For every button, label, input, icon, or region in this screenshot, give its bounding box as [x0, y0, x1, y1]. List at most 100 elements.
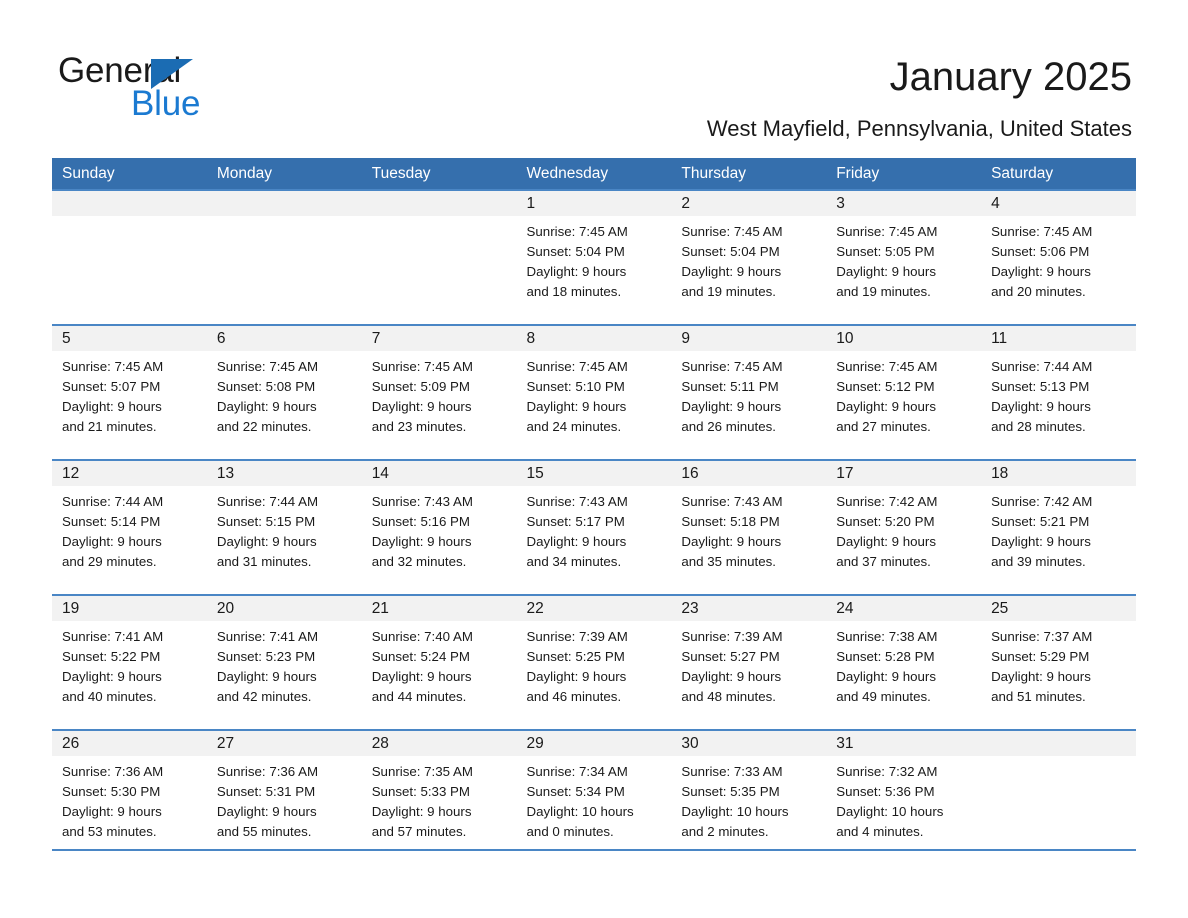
sunset-text: Sunset: 5:05 PM [836, 244, 935, 259]
calendar-day-cell[interactable]: 10 Sunrise: 7:45 AM Sunset: 5:12 PM Dayligh… [826, 324, 982, 460]
daylight-text-line2: and 18 minutes. [526, 284, 622, 299]
daylight-text-line2: and 57 minutes. [371, 824, 467, 839]
daylight-text-line2: and 27 minutes. [836, 419, 931, 434]
day-cell-inner: 14 Sunrise: 7:43 AM Sunset: 5:16 PM Dayligh… [361, 461, 517, 594]
daylight-text-line1: Daylight: 9 hours [216, 669, 317, 684]
day-cell-details: Sunrise: 7:45 AM Sunset: 5:07 PM Daylight:… [52, 351, 207, 437]
calendar-day-cell[interactable]: 11 Sunrise: 7:44 AM Sunset: 5:13 PM Dayligh… [981, 324, 1136, 460]
daylight-text-line2: and 51 minutes. [991, 689, 1086, 704]
calendar-day-cell[interactable]: 26 Sunrise: 7:36 AM Sunset: 5:30 PM Dayligh… [52, 729, 207, 851]
calendar-day-cell[interactable]: 29 Sunrise: 7:34 AM Sunset: 5:34 PM Dayligh… [516, 729, 672, 851]
calendar-day-cell[interactable]: 28 Sunrise: 7:35 AM Sunset: 5:33 PM Dayligh… [361, 729, 517, 851]
day-cell-inner: 12 Sunrise: 7:44 AM Sunset: 5:14 PM Dayligh… [52, 461, 207, 594]
calendar-day-cell[interactable]: 20 Sunrise: 7:41 AM Sunset: 5:23 PM Dayligh… [206, 594, 362, 730]
day-cell-details: Sunrise: 7:38 AM Sunset: 5:28 PM Daylight:… [826, 621, 981, 707]
day-cell-inner: 13 Sunrise: 7:44 AM Sunset: 5:15 PM Dayligh… [206, 461, 362, 594]
sunset-text: Sunset: 5:17 PM [526, 514, 625, 529]
calendar-day-cell[interactable]: 9 Sunrise: 7:45 AM Sunset: 5:11 PM Daylight… [671, 324, 827, 460]
calendar-day-cell[interactable]: 22 Sunrise: 7:39 AM Sunset: 5:25 PM Dayligh… [516, 594, 672, 730]
day-cell-inner [981, 731, 1136, 849]
calendar-week-row: 12 Sunrise: 7:44 AM Sunset: 5:14 PM Dayligh… [52, 459, 1136, 595]
sunrise-text: Sunrise: 7:45 AM [681, 224, 783, 239]
day-number-band: 12 [52, 461, 207, 486]
calendar-day-cell[interactable]: 15 Sunrise: 7:43 AM Sunset: 5:17 PM Dayligh… [516, 459, 672, 595]
calendar-day-cell[interactable]: 17 Sunrise: 7:42 AM Sunset: 5:20 PM Dayligh… [826, 459, 982, 595]
calendar-day-cell[interactable]: 30 Sunrise: 7:33 AM Sunset: 5:35 PM Dayligh… [671, 729, 827, 851]
day-number: 3 [836, 195, 845, 212]
weekday-header-sunday: Sunday [52, 158, 207, 190]
day-cell-inner: 19 Sunrise: 7:41 AM Sunset: 5:22 PM Dayligh… [52, 596, 207, 729]
calendar-day-cell[interactable]: 13 Sunrise: 7:44 AM Sunset: 5:15 PM Dayligh… [206, 459, 362, 595]
day-cell-details: Sunrise: 7:39 AM Sunset: 5:25 PM Daylight:… [517, 621, 672, 707]
daylight-text-line2: and 19 minutes. [681, 284, 776, 299]
day-number: 16 [681, 465, 699, 482]
day-number: 9 [681, 330, 690, 347]
day-cell-details: Sunrise: 7:34 AM Sunset: 5:34 PM Daylight:… [517, 756, 672, 842]
day-number-band: 25 [981, 596, 1136, 621]
calendar-day-cell[interactable]: 3 Sunrise: 7:45 AM Sunset: 5:05 PM Daylight… [826, 189, 982, 325]
day-number-band: 20 [206, 596, 362, 621]
day-cell-details: Sunrise: 7:36 AM Sunset: 5:30 PM Daylight:… [52, 756, 207, 842]
calendar-day-cell[interactable]: 14 Sunrise: 7:43 AM Sunset: 5:16 PM Dayligh… [361, 459, 517, 595]
calendar-day-cell[interactable]: 18 Sunrise: 7:42 AM Sunset: 5:21 PM Dayligh… [981, 459, 1136, 595]
calendar-day-cell[interactable]: 2 Sunrise: 7:45 AM Sunset: 5:04 PM Daylight… [671, 189, 827, 325]
calendar-table: Sunday Monday Tuesday Wednesday Thursday… [52, 158, 1136, 851]
sunrise-text: Sunrise: 7:36 AM [62, 764, 164, 779]
day-cell-inner: 5 Sunrise: 7:45 AM Sunset: 5:07 PM Daylight… [52, 326, 207, 459]
day-cell-inner: 1 Sunrise: 7:45 AM Sunset: 5:04 PM Daylight… [516, 191, 672, 324]
calendar-day-cell[interactable]: 31 Sunrise: 7:32 AM Sunset: 5:36 PM Dayligh… [826, 729, 982, 851]
day-cell-details: Sunrise: 7:36 AM Sunset: 5:31 PM Daylight:… [207, 756, 362, 842]
day-cell-inner: 9 Sunrise: 7:45 AM Sunset: 5:11 PM Daylight… [671, 326, 827, 459]
calendar-day-cell[interactable]: 16 Sunrise: 7:43 AM Sunset: 5:18 PM Dayligh… [671, 459, 827, 595]
day-cell-inner [206, 191, 362, 324]
sunset-text: Sunset: 5:36 PM [836, 784, 935, 799]
day-number: 6 [216, 330, 226, 347]
calendar-day-cell[interactable]: 8 Sunrise: 7:45 AM Sunset: 5:10 PM Daylight… [516, 324, 672, 460]
daylight-text-line1: Daylight: 10 hours [526, 804, 634, 819]
day-number: 15 [526, 465, 544, 482]
calendar-day-cell[interactable]: 23 Sunrise: 7:39 AM Sunset: 5:27 PM Dayligh… [671, 594, 827, 730]
day-number: 12 [62, 465, 80, 482]
sunrise-text: Sunrise: 7:37 AM [991, 629, 1093, 644]
day-number-band: 27 [206, 731, 362, 756]
calendar-day-cell[interactable]: 6 Sunrise: 7:45 AM Sunset: 5:08 PM Daylight… [206, 324, 362, 460]
day-number-band: 30 [671, 731, 827, 756]
daylight-text-line1: Daylight: 9 hours [371, 399, 472, 414]
sunset-text: Sunset: 5:13 PM [991, 379, 1090, 394]
calendar-day-cell[interactable]: 7 Sunrise: 7:45 AM Sunset: 5:09 PM Daylight… [361, 324, 517, 460]
day-number: 8 [526, 330, 536, 347]
daylight-text-line2: and 48 minutes. [681, 689, 776, 704]
calendar-day-cell[interactable]: 19 Sunrise: 7:41 AM Sunset: 5:22 PM Dayligh… [52, 594, 207, 730]
daylight-text-line2: and 20 minutes. [991, 284, 1086, 299]
day-number: 5 [62, 330, 71, 347]
sunset-text: Sunset: 5:15 PM [216, 514, 316, 529]
day-number: 10 [836, 330, 854, 347]
logo-text-blue: Blue [131, 84, 201, 123]
sunrise-text: Sunrise: 7:45 AM [371, 359, 473, 374]
calendar-day-cell[interactable]: 4 Sunrise: 7:45 AM Sunset: 5:06 PM Daylight… [981, 189, 1136, 325]
day-cell-details: Sunrise: 7:44 AM Sunset: 5:15 PM Daylight:… [207, 486, 362, 572]
sunset-text: Sunset: 5:27 PM [681, 649, 780, 664]
weekday-header-friday: Friday [826, 158, 982, 190]
sunset-text: Sunset: 5:08 PM [216, 379, 316, 394]
day-number: 27 [216, 735, 235, 752]
day-cell-details: Sunrise: 7:45 AM Sunset: 5:10 PM Daylight:… [517, 351, 672, 437]
calendar-day-cell[interactable]: 1 Sunrise: 7:45 AM Sunset: 5:04 PM Daylight… [516, 189, 672, 325]
day-number: 1 [526, 195, 536, 212]
page-subtitle: West Mayfield, Pennsylvania, United Stat… [706, 116, 1132, 141]
calendar-day-cell[interactable]: 24 Sunrise: 7:38 AM Sunset: 5:28 PM Dayligh… [826, 594, 982, 730]
sunset-text: Sunset: 5:31 PM [216, 784, 316, 799]
sunset-text: Sunset: 5:04 PM [526, 244, 625, 259]
day-number-band: 6 [206, 326, 362, 351]
daylight-text-line1: Daylight: 9 hours [991, 264, 1091, 279]
general-blue-logo[interactable]: General Blue [58, 52, 278, 124]
calendar-day-cell[interactable]: 27 Sunrise: 7:36 AM Sunset: 5:31 PM Dayligh… [206, 729, 362, 851]
daylight-text-line1: Daylight: 9 hours [991, 534, 1091, 549]
calendar-day-cell[interactable]: 5 Sunrise: 7:45 AM Sunset: 5:07 PM Daylight… [52, 324, 207, 460]
calendar-day-cell[interactable]: 12 Sunrise: 7:44 AM Sunset: 5:14 PM Dayligh… [52, 459, 207, 595]
day-cell-inner: 30 Sunrise: 7:33 AM Sunset: 5:35 PM Dayligh… [671, 731, 827, 849]
day-number: 17 [836, 465, 854, 482]
calendar-day-cell[interactable]: 25 Sunrise: 7:37 AM Sunset: 5:29 PM Dayligh… [981, 594, 1136, 730]
calendar-day-cell[interactable]: 21 Sunrise: 7:40 AM Sunset: 5:24 PM Dayligh… [361, 594, 517, 730]
weekday-header-tuesday: Tuesday [361, 158, 517, 190]
